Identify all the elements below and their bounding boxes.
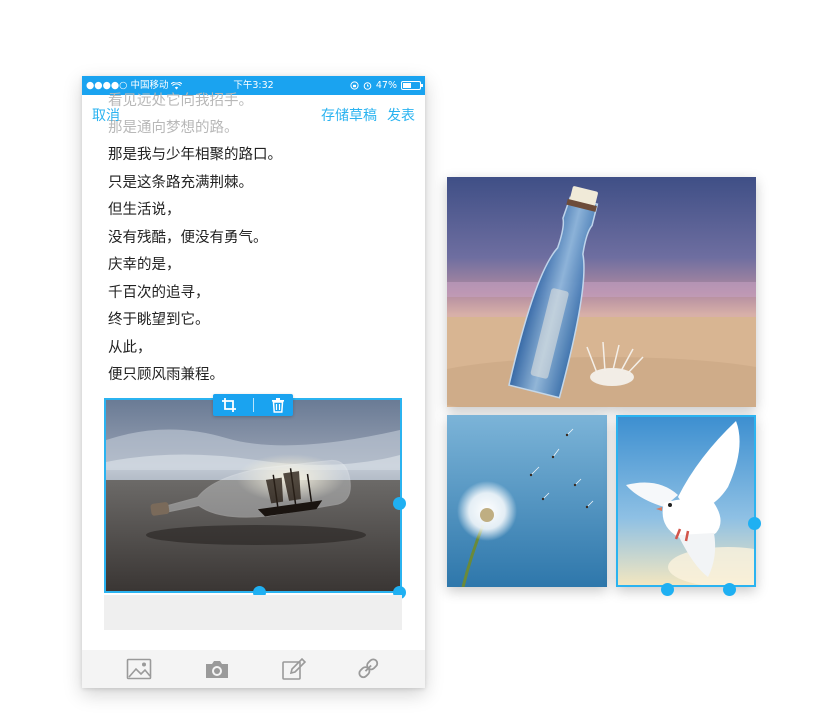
crop-icon[interactable] — [221, 397, 237, 413]
battery-level — [403, 83, 411, 88]
edit-icon[interactable] — [281, 657, 307, 681]
cancel-button[interactable]: 取消 — [92, 105, 120, 125]
phone-screen: ●●●●○ 中国移动 下午3:32 47% 看见远处它向我招手。 那是通向梦想的… — [82, 76, 425, 688]
content-gray-area — [104, 595, 402, 630]
link-icon[interactable] — [356, 657, 382, 681]
poem-line: 便只顾风雨兼程。 — [108, 367, 224, 383]
bottom-toolbar — [82, 650, 425, 688]
poem-text[interactable]: 那是我与少年相聚的路口。 只是这条路充满荆棘。 但生活说， 没有残酷，便没有勇气… — [108, 142, 408, 390]
toolbar-divider — [253, 398, 255, 412]
dove-resize-handle-corner[interactable] — [723, 583, 736, 596]
photo-bottle-beach[interactable] — [447, 177, 756, 407]
image-action-toolbar — [213, 394, 293, 416]
nav-bar: 取消 存储草稿 发表 — [82, 95, 425, 131]
poem-line: 终于眺望到它。 — [108, 312, 210, 328]
status-right: 47% — [350, 76, 423, 95]
dandelion-photo — [447, 415, 607, 587]
alarm-icon — [363, 82, 372, 90]
save-draft-button[interactable]: 存储草稿 — [321, 105, 377, 125]
rotation-lock-icon — [350, 81, 359, 90]
image-icon[interactable] — [126, 657, 152, 681]
dove-resize-handle-bottom[interactable] — [661, 583, 674, 596]
bottle-beach-photo — [447, 177, 756, 407]
ship-bottle-photo — [106, 400, 400, 591]
selected-image-ship-bottle[interactable] — [104, 398, 402, 593]
dove-resize-handle-right[interactable] — [748, 517, 761, 530]
poem-line: 千百次的追寻， — [108, 284, 210, 301]
poem-line: 从此， — [108, 339, 152, 356]
poem-line: 没有残酷，便没有勇气。 — [108, 229, 268, 246]
camera-icon[interactable] — [204, 657, 230, 681]
dove-photo — [618, 417, 754, 585]
photo-dandelion[interactable] — [447, 415, 607, 587]
resize-handle-right[interactable] — [393, 497, 406, 510]
battery-icon — [401, 81, 423, 90]
trash-icon[interactable] — [271, 397, 285, 413]
poem-line: 庆幸的是， — [108, 257, 181, 273]
publish-button[interactable]: 发表 — [387, 105, 415, 125]
photo-dove-selected[interactable] — [616, 415, 756, 587]
poem-line: 那是我与少年相聚的路口。 — [108, 147, 282, 163]
poem-line: 但生活说， — [108, 202, 181, 218]
battery-percent: 47% — [375, 80, 397, 91]
poem-line: 只是这条路充满荆棘。 — [108, 174, 253, 191]
